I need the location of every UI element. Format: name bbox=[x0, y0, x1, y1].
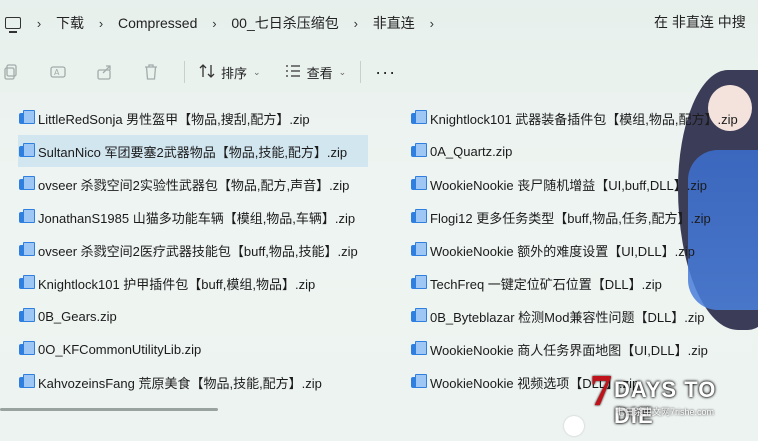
breadcrumb-compressed[interactable]: Compressed bbox=[114, 15, 201, 31]
zip-file-icon bbox=[18, 209, 35, 225]
sort-button[interactable]: 排序 ⌄ bbox=[199, 63, 261, 82]
breadcrumb-7dtd-archives[interactable]: 00_七日杀压缩包 bbox=[227, 13, 342, 33]
file-name: WookieNookie 额外的难度设置【UI,DLL】.zip bbox=[430, 243, 695, 259]
file-name: ovseer 杀戮空间2医疗武器技能包【buff,物品,技能】.zip bbox=[38, 243, 358, 259]
zip-file-icon bbox=[18, 110, 35, 126]
rename-icon[interactable]: A bbox=[48, 61, 70, 83]
chevron-right-icon[interactable]: › bbox=[201, 16, 227, 31]
horizontal-scrollbar[interactable] bbox=[0, 408, 218, 411]
search-input[interactable]: 在 非直连 中搜 bbox=[654, 12, 746, 32]
file-item-selected[interactable]: SultanNico 军团要塞2武器物品【物品,技能,配方】.zip bbox=[18, 135, 368, 167]
file-name: 0A_Quartz.zip bbox=[430, 143, 513, 159]
zip-file-icon bbox=[410, 176, 427, 192]
logo-subtitle: 七日杀中文网7rishe.com bbox=[616, 407, 715, 417]
zip-file-icon bbox=[18, 374, 35, 390]
file-name: Flogi12 更多任务类型【buff,物品,任务,配方】.zip bbox=[430, 210, 711, 226]
floating-circle-button[interactable] bbox=[564, 416, 584, 436]
zip-file-icon bbox=[18, 143, 35, 159]
file-name: LittleRedSonja 男性盔甲【物品,搜刮,配方】.zip bbox=[38, 111, 310, 127]
file-name: WookieNookie 丧尸随机增益【UI,buff,DLL】.zip bbox=[430, 177, 707, 193]
svg-text:A: A bbox=[54, 68, 60, 77]
zip-file-icon bbox=[18, 242, 35, 258]
zip-file-icon bbox=[410, 143, 427, 159]
zip-file-icon bbox=[410, 308, 427, 324]
view-button[interactable]: 查看 ⌄ bbox=[285, 63, 347, 82]
file-item[interactable]: Flogi12 更多任务类型【buff,物品,任务,配方】.zip bbox=[410, 201, 750, 233]
chevron-right-icon[interactable]: › bbox=[88, 16, 114, 31]
sort-label: 排序 bbox=[221, 65, 248, 81]
view-label: 查看 bbox=[306, 65, 333, 81]
file-item[interactable]: KahvozeinsFang 荒原美食【物品,技能,配方】.zip bbox=[18, 366, 368, 398]
zip-file-icon bbox=[18, 308, 35, 324]
breadcrumb-current-folder[interactable]: 非直连 bbox=[369, 13, 419, 33]
file-name: TechFreq 一键定位矿石位置【DLL】.zip bbox=[430, 276, 662, 292]
logo-brand: DAYS TO DIE bbox=[614, 377, 717, 428]
zip-file-icon bbox=[18, 176, 35, 192]
file-item[interactable]: 0B_Gears.zip bbox=[18, 300, 368, 332]
file-name: Knightlock101 武器装备插件包【模组,物品,配方】.zip bbox=[430, 111, 738, 127]
chevron-down-icon: ⌄ bbox=[253, 66, 261, 77]
file-item[interactable]: 0O_KFCommonUtilityLib.zip bbox=[18, 333, 368, 365]
file-item[interactable]: JonathanS1985 山猫多功能车辆【模组,物品,车辆】.zip bbox=[18, 201, 368, 233]
delete-icon[interactable] bbox=[140, 61, 162, 83]
copy-icon[interactable] bbox=[0, 61, 22, 83]
zip-file-icon bbox=[410, 275, 427, 291]
file-item[interactable]: WookieNookie 商人任务界面地图【UI,DLL】.zip bbox=[410, 333, 750, 365]
command-bar: A 排序 ⌄ 查看 ⌄ ··· bbox=[0, 52, 758, 92]
share-icon[interactable] bbox=[94, 61, 116, 83]
zip-file-icon bbox=[410, 110, 427, 126]
logo-numeral: 7 bbox=[590, 366, 612, 415]
zip-file-icon bbox=[410, 242, 427, 258]
file-name: Knightlock101 护甲插件包【buff,模组,物品】.zip bbox=[38, 276, 316, 292]
toolbar-divider bbox=[360, 61, 362, 83]
file-name: 0B_Byteblazar 检测Mod兼容性问题【DLL】.zip bbox=[430, 309, 705, 325]
file-item[interactable]: ovseer 杀戮空间2实验性武器包【物品,配方,声音】.zip bbox=[18, 168, 368, 200]
view-list-icon bbox=[285, 64, 301, 81]
this-pc-icon[interactable] bbox=[0, 0, 26, 46]
file-item[interactable]: LittleRedSonja 男性盔甲【物品,搜刮,配方】.zip bbox=[18, 102, 368, 134]
zip-file-icon bbox=[18, 275, 35, 291]
file-item[interactable]: ovseer 杀戮空间2医疗武器技能包【buff,物品,技能】.zip bbox=[18, 234, 368, 266]
toolbar-divider bbox=[184, 61, 185, 83]
file-item[interactable]: 0B_Byteblazar 检测Mod兼容性问题【DLL】.zip bbox=[410, 300, 750, 332]
zip-file-icon bbox=[410, 374, 427, 390]
file-item[interactable]: WookieNookie 额外的难度设置【UI,DLL】.zip bbox=[410, 234, 750, 266]
file-name: WookieNookie 商人任务界面地图【UI,DLL】.zip bbox=[430, 342, 708, 358]
chevron-down-icon: ⌄ bbox=[338, 66, 347, 77]
file-item[interactable]: TechFreq 一键定位矿石位置【DLL】.zip bbox=[410, 267, 750, 299]
file-name: SultanNico 军团要塞2武器物品【物品,技能,配方】.zip bbox=[38, 144, 348, 160]
address-bar: › 下载 › Compressed › 00_七日杀压缩包 › 非直连 › bbox=[0, 0, 758, 46]
sort-icon bbox=[199, 63, 215, 81]
chevron-right-icon[interactable]: › bbox=[343, 16, 369, 31]
file-item[interactable]: WookieNookie 丧尸随机增益【UI,buff,DLL】.zip bbox=[410, 168, 750, 200]
breadcrumb-downloads[interactable]: 下载 bbox=[52, 13, 88, 33]
file-name: ovseer 杀戮空间2实验性武器包【物品,配方,声音】.zip bbox=[38, 177, 350, 193]
file-name: KahvozeinsFang 荒原美食【物品,技能,配方】.zip bbox=[38, 375, 322, 391]
file-item[interactable]: 0A_Quartz.zip bbox=[410, 135, 750, 167]
zip-file-icon bbox=[18, 341, 35, 357]
file-item[interactable]: Knightlock101 武器装备插件包【模组,物品,配方】.zip bbox=[410, 102, 750, 134]
chevron-right-icon[interactable]: › bbox=[419, 16, 445, 31]
zip-file-icon bbox=[410, 341, 427, 357]
zip-file-icon bbox=[410, 209, 427, 225]
chevron-right-icon[interactable]: › bbox=[26, 16, 52, 31]
more-options-icon[interactable]: ··· bbox=[375, 62, 396, 83]
file-name: JonathanS1985 山猫多功能车辆【模组,物品,车辆】.zip bbox=[38, 210, 356, 226]
file-name: 0O_KFCommonUtilityLib.zip bbox=[38, 341, 202, 357]
file-name: 0B_Gears.zip bbox=[38, 308, 117, 324]
file-item[interactable]: Knightlock101 护甲插件包【buff,模组,物品】.zip bbox=[18, 267, 368, 299]
7-days-to-die-logo: 7 DAYS TO DIE 七日杀中文网7rishe.com bbox=[590, 366, 750, 431]
